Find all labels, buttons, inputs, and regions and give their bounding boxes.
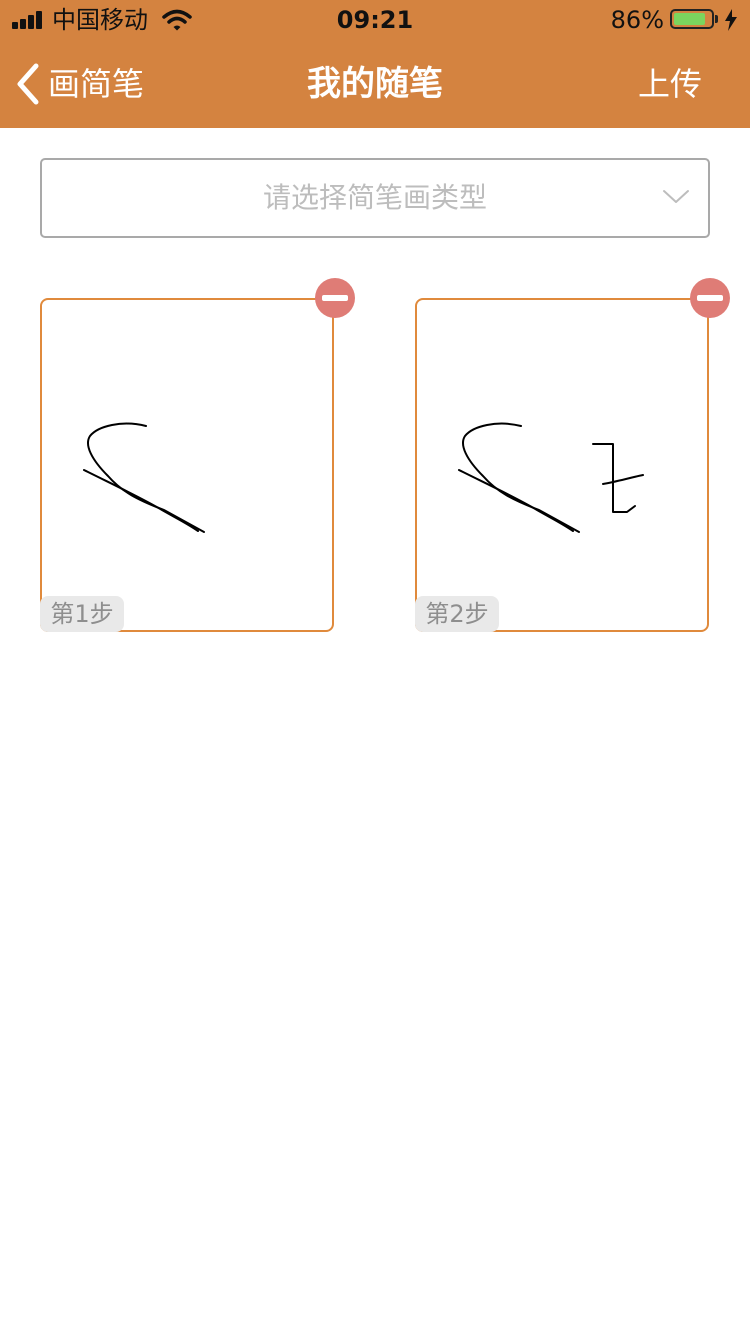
delete-step-1-button[interactable] bbox=[315, 278, 355, 318]
sketch-drawing-step-2 bbox=[458, 422, 644, 533]
minus-icon bbox=[322, 295, 348, 301]
battery-percentage: 86% bbox=[610, 6, 664, 34]
step-label: 第2步 bbox=[415, 596, 499, 632]
chevron-down-icon bbox=[663, 190, 689, 203]
minus-icon bbox=[697, 295, 723, 301]
charging-bolt-icon bbox=[725, 9, 737, 31]
status-bar: 中国移动 09:21 86% bbox=[0, 0, 750, 40]
step-card-2[interactable]: 第2步 bbox=[415, 298, 709, 632]
sketch-type-select[interactable]: 请选择简笔画类型 bbox=[40, 158, 710, 238]
delete-step-2-button[interactable] bbox=[690, 278, 730, 318]
sketch-drawing-step-1 bbox=[83, 422, 205, 533]
step-card-1[interactable]: 第1步 bbox=[40, 298, 334, 632]
battery-cap bbox=[715, 15, 718, 23]
navigation-bar: 画简笔 我的随笔 上传 bbox=[0, 40, 750, 128]
battery-level-fill bbox=[674, 13, 705, 25]
upload-button[interactable]: 上传 bbox=[638, 60, 702, 108]
step-label: 第1步 bbox=[40, 596, 124, 632]
sketch-type-placeholder: 请选择简笔画类型 bbox=[262, 181, 487, 214]
header: 中国移动 09:21 86% 画简笔 我的随笔 上传 bbox=[0, 0, 750, 128]
battery-icon bbox=[670, 9, 714, 29]
